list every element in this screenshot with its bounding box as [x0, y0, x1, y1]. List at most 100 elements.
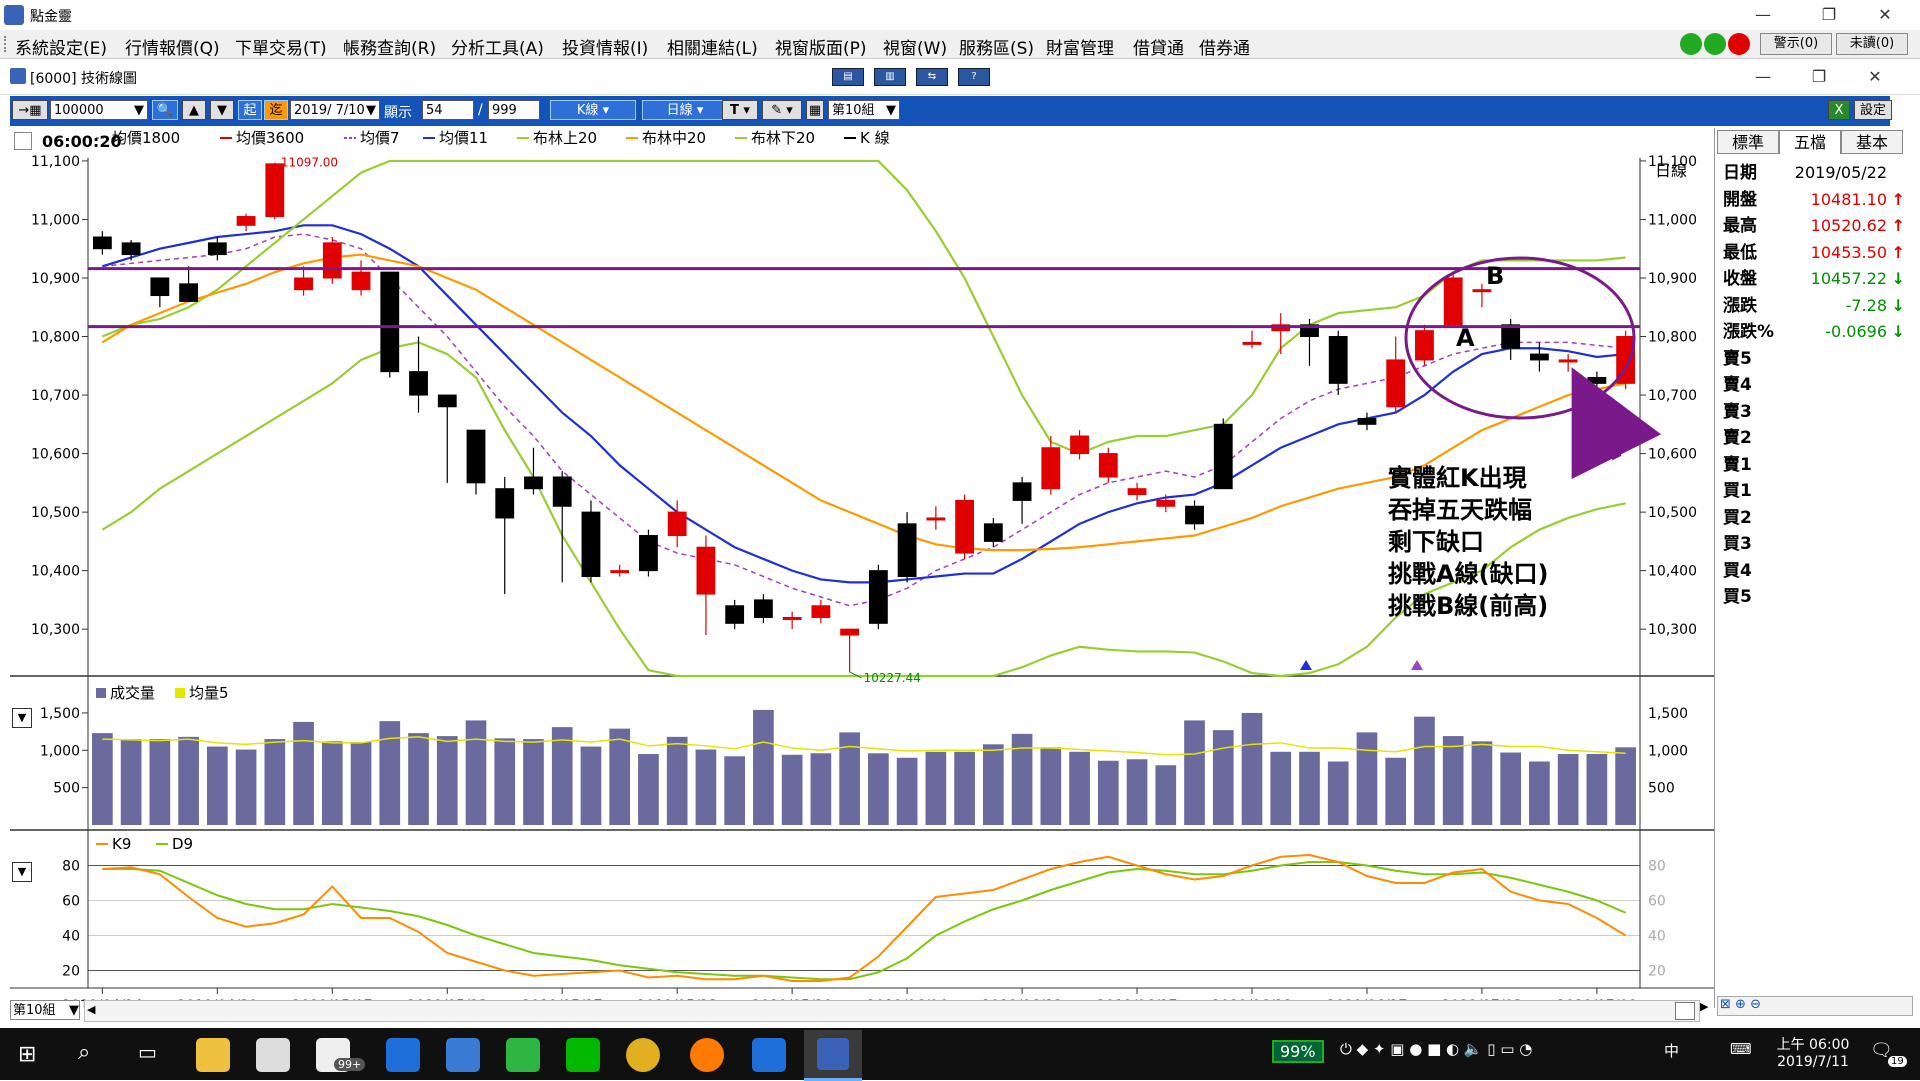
candle-body	[983, 523, 1003, 542]
keyboard-icon[interactable]: ⌨	[1730, 1040, 1752, 1058]
wechat-icon[interactable]	[506, 1038, 540, 1072]
volume-bar	[1155, 765, 1177, 825]
group-select[interactable]: 第10組 ▼	[828, 100, 900, 120]
menu-securities-lending[interactable]: 借券通	[1198, 34, 1251, 59]
scroll-left-icon[interactable]: ◀	[87, 1003, 95, 1016]
news-app-icon[interactable]	[256, 1038, 290, 1072]
arrow-up-icon[interactable]: ▲	[182, 100, 206, 120]
quote-row: 買1	[1715, 478, 1911, 504]
menu-window-layout[interactable]: 視窗版面(P)	[774, 34, 868, 59]
grid-icon[interactable]: ▦	[806, 100, 824, 120]
menu-quotes[interactable]: 行情報價(Q)	[124, 34, 221, 59]
text-tool-button[interactable]: T ▾	[722, 100, 758, 120]
task-view-icon[interactable]: ▭	[138, 1040, 157, 1064]
ime-indicator[interactable]: 中	[1664, 1040, 1679, 1061]
tab-five-levels[interactable]: 五檔	[1779, 130, 1841, 154]
line-app-icon[interactable]	[566, 1038, 600, 1072]
candle-body	[1529, 353, 1549, 361]
mail-badge: 99+	[334, 1058, 366, 1071]
windows-start-icon[interactable]: ⊞	[18, 1042, 36, 1067]
end-button[interactable]: 迄	[264, 100, 288, 120]
layout-link-icon[interactable]: ⇆	[916, 68, 948, 86]
search-icon[interactable]: 🔍	[152, 100, 178, 120]
chart-horizontal-scrollbar[interactable]: ◀	[84, 1000, 1700, 1022]
volume-bar	[1184, 720, 1205, 825]
menu-lending[interactable]: 借貸通	[1132, 34, 1185, 59]
menu-window[interactable]: 視窗(W)	[882, 34, 948, 59]
ie-browser-icon[interactable]	[386, 1038, 420, 1072]
volume-bar	[1471, 741, 1493, 825]
arrow-down-icon[interactable]: ▼	[210, 100, 234, 120]
layout-tile-icon[interactable]: ▤	[832, 68, 864, 86]
help-icon[interactable]: ?	[958, 68, 990, 86]
bottom-group-select[interactable]: 第10組 ▼	[10, 1000, 80, 1020]
search-taskbar-icon[interactable]: ⌕	[78, 1040, 90, 1065]
kline-button[interactable]: K線 ▾	[550, 100, 636, 120]
menu-service-area[interactable]: 服務區(S)	[958, 34, 1035, 59]
taskbar-clock[interactable]: 上午 06:00 2019/7/11	[1768, 1034, 1858, 1070]
restore-icon[interactable]: ❐	[1806, 0, 1852, 30]
chart-menu-icon[interactable]	[14, 132, 32, 150]
layout-split-icon[interactable]: ▥	[874, 68, 906, 86]
quote-row: 漲跌% -0.0696 ↓	[1715, 319, 1911, 345]
candle-body	[581, 511, 601, 577]
menu-account-query[interactable]: 帳務查詢(R)	[342, 34, 437, 59]
close-icon[interactable]: ✕	[1862, 0, 1908, 30]
menu-toggle-icon[interactable]: →▦	[12, 100, 48, 120]
volume-bar	[810, 753, 832, 825]
tab-basic[interactable]: 基本	[1841, 130, 1903, 154]
tray-icons[interactable]: ⏻ ◆ ✦ ▣ ● ■ ◐ 🔈 ▯ ▭ ◔	[1340, 1040, 1532, 1058]
symbol-select[interactable]: 100000 ▼	[50, 100, 148, 120]
quote-row-label: 賣1	[1723, 454, 1752, 475]
zoom-in-icon[interactable]: ⊕	[1735, 997, 1746, 1012]
pen-tool-icon[interactable]: ✎ ▾	[762, 100, 802, 120]
settings-button[interactable]: 設定	[1854, 100, 1892, 120]
active-app-tile[interactable]	[804, 1030, 862, 1081]
volume-bar	[724, 756, 746, 825]
volume-bar	[1385, 757, 1407, 825]
store-app-icon[interactable]	[446, 1038, 480, 1072]
alert-button[interactable]: 警示(0)	[1760, 33, 1832, 55]
unread-button[interactable]: 未讀(0)	[1836, 33, 1908, 55]
file-explorer-icon[interactable]	[196, 1038, 230, 1072]
volume-collapse-icon[interactable]: ▼	[12, 708, 32, 728]
vol-tick-label-right: 1,000	[1648, 743, 1688, 759]
volume-bar	[1126, 759, 1148, 825]
period-button[interactable]: 日線 ▾	[642, 100, 728, 120]
edge-browser-icon[interactable]	[752, 1038, 786, 1072]
candle-body	[868, 570, 888, 624]
menu-investment-info[interactable]: 投資情報(I)	[561, 34, 649, 59]
excel-export-icon[interactable]: X	[1828, 100, 1850, 120]
app-logo-icon	[4, 5, 24, 25]
firefox-browser-icon[interactable]	[690, 1038, 724, 1072]
chrome-browser-icon[interactable]	[626, 1038, 660, 1072]
start-button[interactable]: 起	[238, 100, 262, 120]
quote-row-label: 賣3	[1723, 401, 1752, 422]
menu-system-settings[interactable]: 系統設定(E)	[14, 34, 108, 59]
volume-bar	[235, 749, 257, 825]
zoom-out-icon[interactable]: ⊖	[1750, 997, 1761, 1012]
menu-wealth-management[interactable]: 財富管理	[1045, 34, 1115, 59]
date-select[interactable]: 2019/ 7/10 ▼	[290, 100, 380, 120]
menu-related-links[interactable]: 相關連結(L)	[666, 34, 759, 59]
menu-order-trading[interactable]: 下單交易(T)	[234, 34, 328, 59]
candle-body	[926, 517, 946, 521]
tab-standard[interactable]: 標準	[1717, 130, 1779, 154]
sub-restore-icon[interactable]: ❐	[1796, 62, 1842, 92]
display-count-input[interactable]: 54	[422, 100, 474, 120]
line-b-label: B	[1486, 262, 1505, 290]
sub-close-icon[interactable]: ✕	[1852, 62, 1898, 92]
scroll-right-icon[interactable]: ▶	[1700, 1000, 1708, 1013]
panel-settings-icon[interactable]: ⊠	[1720, 997, 1731, 1012]
total-count-input[interactable]: 999	[488, 100, 540, 120]
scroll-thumb[interactable]	[1675, 1002, 1695, 1020]
volume-bar	[1097, 760, 1119, 825]
sub-minimize-icon[interactable]: —	[1740, 62, 1786, 92]
volume-bar	[551, 727, 573, 825]
menu-analysis-tools[interactable]: 分析工具(A)	[450, 34, 545, 59]
minimize-icon[interactable]: —	[1740, 0, 1786, 30]
kd-collapse-icon[interactable]: ▼	[12, 862, 32, 882]
volume-bar	[1529, 761, 1550, 825]
volume-bar	[868, 753, 889, 825]
quote-row-direction-icon: ↓	[1891, 269, 1905, 288]
